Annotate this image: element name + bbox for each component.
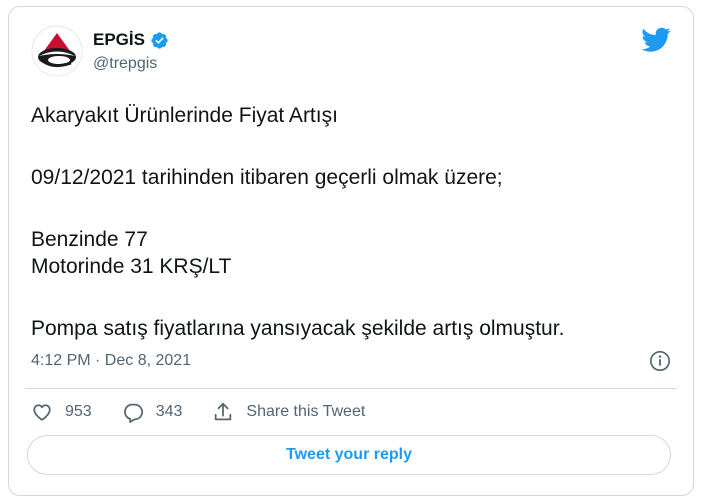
tweet-your-reply-button[interactable]: Tweet your reply — [27, 435, 671, 475]
author-display-name[interactable]: EPGİS — [93, 29, 169, 51]
avatar[interactable] — [31, 25, 83, 77]
twitter-bird-icon[interactable] — [641, 27, 671, 53]
share-icon — [215, 402, 232, 421]
heart-icon — [33, 404, 51, 421]
verified-badge-icon — [151, 31, 168, 49]
display-name-text: EPGİS — [93, 30, 145, 49]
share-label: Share this Tweet — [246, 403, 366, 420]
reply-count: 343 — [155, 403, 183, 420]
author-names: EPGİS @trepgis — [93, 29, 169, 74]
like-count: 953 — [65, 403, 92, 420]
epgis-logo-icon — [31, 25, 83, 77]
tweet-line-date: 09/12/2021 tarihinden itibaren geçerli o… — [31, 166, 503, 189]
reply-action-button[interactable]: 343 — [122, 400, 183, 424]
info-icon[interactable] — [649, 350, 671, 372]
divider — [25, 388, 677, 389]
like-button[interactable]: 953 — [31, 400, 92, 424]
tweet-line-title: Akaryakıt Ürünlerinde Fiyat Artışı — [31, 104, 338, 127]
tweet-meta: 4:12 PM · Dec 8, 2021 — [31, 349, 671, 373]
tweet-line-benzin: Benzinde 77 — [31, 228, 148, 251]
share-button[interactable]: Share this Tweet — [212, 400, 365, 424]
tweet-actions: 953 343 Share this Tweet — [31, 400, 395, 424]
tweet-text: Akaryakıt Ürünlerinde Fiyat Artışı 09/12… — [31, 102, 673, 342]
tweet-line-closing: Pompa satış fiyatlarına yansıyacak şekil… — [31, 317, 565, 340]
reply-bubble-icon — [123, 403, 143, 423]
tweet-timestamp[interactable]: 4:12 PM · Dec 8, 2021 — [31, 352, 191, 369]
tweet-card: EPGİS @trepgis Akaryakıt Ürünlerinde Fiy… — [8, 6, 694, 496]
author-handle[interactable]: @trepgis — [93, 54, 169, 74]
tweet-line-motorin: Motorinde 31 KRŞ/LT — [31, 255, 232, 278]
tweet-header: EPGİS @trepgis — [31, 25, 671, 83]
